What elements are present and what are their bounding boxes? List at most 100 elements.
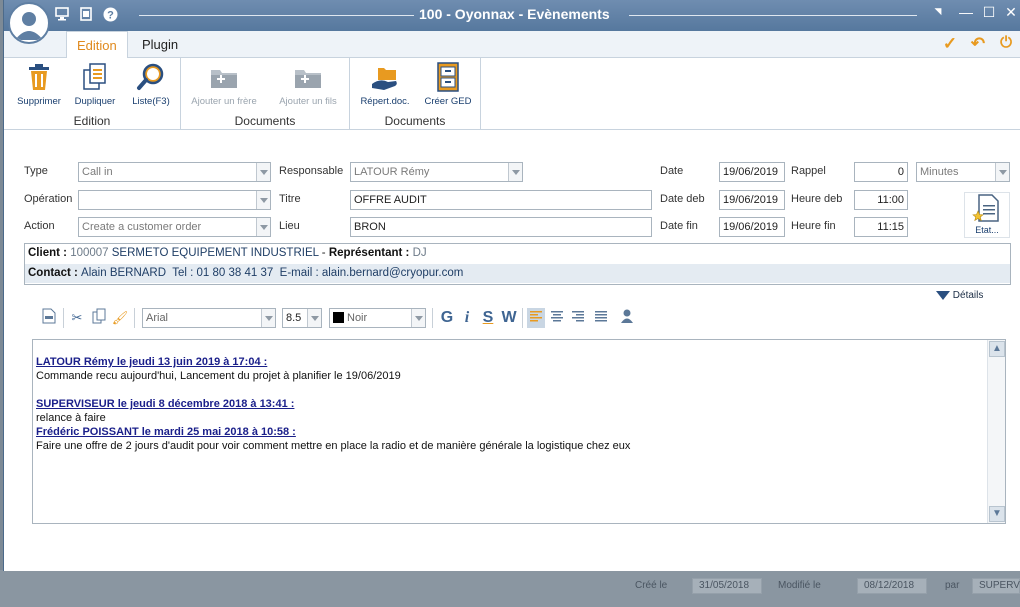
align-center-icon[interactable]: [548, 308, 566, 328]
minimize-button[interactable]: —: [956, 4, 976, 20]
cabinet-icon: [433, 62, 463, 92]
strike-button[interactable]: S: [479, 308, 497, 328]
align-right-icon[interactable]: [569, 308, 587, 328]
bg-cree-label: Créé le: [635, 580, 668, 591]
undo-arrow-icon[interactable]: ↶: [967, 34, 989, 54]
cut-icon[interactable]: ✂: [68, 308, 86, 328]
type-dropdown-icon[interactable]: [256, 163, 270, 181]
lieu-label: Lieu: [279, 220, 300, 232]
titlebar-icons: ?: [54, 7, 118, 23]
titre-label: Titre: [279, 193, 301, 205]
etat-label: Etat...: [975, 225, 999, 235]
toolbar-separator: [63, 308, 64, 328]
user-signature-icon[interactable]: [618, 308, 636, 328]
italic-button[interactable]: i: [458, 308, 476, 328]
type-select[interactable]: Call in: [78, 162, 271, 182]
client-name[interactable]: SERMETO EQUIPEMENT INDUSTRIEL: [112, 247, 319, 259]
power-icon[interactable]: ⏻: [995, 34, 1017, 51]
operation-select[interactable]: [78, 190, 271, 210]
responsable-select[interactable]: LATOUR Rémy: [350, 162, 523, 182]
notes-editor[interactable]: LATOUR Rémy le jeudi 13 juin 2019 à 17:0…: [32, 339, 1006, 524]
representant-label: Représentant: [328, 247, 403, 259]
scroll-down-icon[interactable]: ▼: [989, 506, 1005, 522]
duplicate-icon: [80, 62, 110, 92]
delete-button[interactable]: Supprimer: [9, 62, 69, 107]
create-ged-button[interactable]: Créer GED: [418, 62, 478, 107]
email-value[interactable]: alain.bernard@cryopur.com: [322, 267, 463, 279]
tel-label: Tel :: [172, 267, 194, 279]
heure-fin-input[interactable]: 11:15: [854, 217, 908, 237]
bold-button[interactable]: G: [438, 308, 456, 328]
duplicate-button[interactable]: Dupliquer: [65, 62, 125, 107]
monitor-icon[interactable]: [54, 7, 70, 23]
note-text: Commande recu aujourd'hui, Lancement du …: [36, 370, 401, 382]
action-select[interactable]: Create a customer order: [78, 217, 271, 237]
date-fin-input[interactable]: 19/06/2019: [719, 217, 785, 237]
font-select[interactable]: Arial: [142, 308, 276, 328]
contact-row: Contact : Alain BERNARD Tel : 01 80 38 4…: [25, 264, 1010, 283]
pdf-export-icon[interactable]: [40, 308, 58, 328]
add-sibling-label: Ajouter un frère: [191, 96, 257, 107]
list-label: Liste(F3): [132, 96, 170, 107]
tab-plugin[interactable]: Plugin: [132, 31, 188, 58]
font-dropdown-icon[interactable]: [261, 309, 275, 327]
maximize-button[interactable]: ☐: [979, 4, 999, 21]
doc-directory-button[interactable]: Répert.doc.: [355, 62, 415, 107]
tel-value[interactable]: 01 80 38 41 37: [197, 267, 274, 279]
toolbar-separator: [432, 308, 433, 328]
validate-check-icon[interactable]: ✓: [939, 34, 961, 54]
rappel-unit-dropdown-icon[interactable]: [995, 163, 1009, 181]
action-value: Create a customer order: [82, 221, 202, 233]
scroll-up-icon[interactable]: ▲: [989, 341, 1005, 357]
action-dropdown-icon[interactable]: [256, 218, 270, 236]
note-header: LATOUR Rémy le jeudi 13 juin 2019 à 17:0…: [36, 356, 268, 368]
help-icon[interactable]: ?: [102, 7, 118, 23]
list-button[interactable]: Liste(F3): [121, 62, 181, 107]
rappel-input[interactable]: 0: [854, 162, 908, 182]
tab-edition[interactable]: Edition: [66, 31, 128, 59]
copy-icon[interactable]: [90, 308, 108, 328]
client-code[interactable]: 100007: [70, 247, 108, 259]
group-documents-1-label: Documents: [234, 114, 296, 128]
date-fin-label: Date fin: [660, 220, 698, 232]
group-documents-2-label: Documents: [384, 114, 446, 128]
rappel-unit-select[interactable]: Minutes: [916, 162, 1010, 182]
add-sibling-button[interactable]: Ajouter un frère: [185, 62, 263, 107]
details-toggle[interactable]: Détails: [932, 288, 1004, 304]
color-select[interactable]: Noir: [329, 308, 426, 328]
add-child-button[interactable]: Ajouter un fils: [269, 62, 347, 107]
contact-label: Contact: [28, 267, 71, 279]
film-icon[interactable]: [78, 7, 94, 23]
group-documents-2: Répert.doc. Créer GED Documents: [350, 58, 481, 130]
color-swatch: [333, 312, 344, 323]
user-avatar[interactable]: [8, 2, 50, 44]
align-left-icon[interactable]: [527, 308, 545, 328]
size-dropdown-icon[interactable]: [307, 309, 321, 327]
menu-corner-icon[interactable]: ◥: [928, 6, 948, 17]
titre-input[interactable]: OFFRE AUDIT: [350, 190, 652, 210]
color-value: Noir: [347, 312, 368, 324]
representant-value[interactable]: DJ: [413, 247, 427, 259]
hand-folder-icon: [370, 62, 400, 92]
operation-dropdown-icon[interactable]: [256, 191, 270, 209]
create-ged-label: Créer GED: [424, 96, 472, 107]
triangle-down-icon: [936, 291, 950, 300]
notes-content: LATOUR Rémy le jeudi 13 juin 2019 à 17:0…: [36, 355, 630, 453]
ribbon-tabs: Edition Plugin: [4, 31, 1020, 59]
word-button[interactable]: W: [500, 308, 518, 328]
contact-name[interactable]: Alain BERNARD: [81, 267, 166, 279]
paint-brush-icon[interactable]: 🖌: [111, 308, 129, 328]
heure-deb-input[interactable]: 11:00: [854, 190, 908, 210]
close-button[interactable]: ✕: [1001, 4, 1020, 21]
etat-button[interactable]: Etat...: [964, 192, 1010, 238]
operation-label: Opération: [24, 193, 73, 205]
client-label: Client: [28, 247, 60, 259]
color-dropdown-icon[interactable]: [411, 309, 425, 327]
size-select[interactable]: 8.5: [282, 308, 322, 328]
editor-scrollbar[interactable]: ▲ ▼: [987, 340, 1005, 523]
justify-icon[interactable]: [592, 308, 610, 328]
date-input[interactable]: 19/06/2019: [719, 162, 785, 182]
responsable-dropdown-icon[interactable]: [508, 163, 522, 181]
lieu-input[interactable]: BRON: [350, 217, 652, 237]
date-deb-input[interactable]: 19/06/2019: [719, 190, 785, 210]
